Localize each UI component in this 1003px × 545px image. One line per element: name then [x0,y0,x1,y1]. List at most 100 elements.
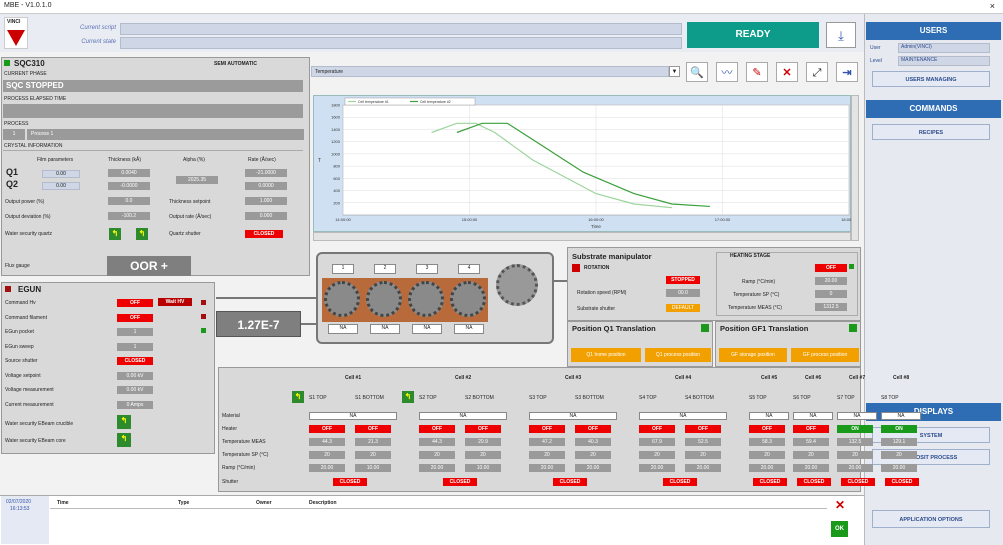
cell-tsp[interactable]: 20 [465,451,501,459]
egun-row-value[interactable]: 1 [117,328,153,336]
rotation-stopped[interactable]: STOPPED [666,276,700,284]
cell-heater[interactable]: OFF [685,425,721,433]
cell-ramp[interactable]: 20.00 [529,464,565,472]
cell-tsp[interactable]: 20 [575,451,611,459]
rotation-speed-value[interactable]: 00.0 [666,289,700,297]
cell-shutter[interactable]: CLOSED [885,478,919,486]
cell-heater[interactable]: OFF [793,425,829,433]
chart-hscrollbar[interactable] [313,232,851,241]
chart-vscrollbar[interactable] [851,95,859,241]
cell-ramp[interactable]: 10.00 [355,464,391,472]
tap-icon[interactable]: ↰ [109,228,121,240]
cell-ramp[interactable]: 20.00 [419,464,455,472]
cell-tsp[interactable]: 20 [355,451,391,459]
log-panel [0,495,864,545]
log-clear-icon[interactable]: ✕ [832,498,848,512]
temp-sp-value[interactable]: 0 [815,290,847,298]
recipes-button[interactable]: RECIPES [872,124,990,140]
cell-heater[interactable]: OFF [749,425,785,433]
cells-row-label: Heater [222,426,238,432]
quartz-shutter-status[interactable]: CLOSED [245,230,283,238]
zoom-icon[interactable]: 🔍 [686,62,708,82]
cell-material[interactable]: NA [529,412,617,420]
delete-icon[interactable]: ✕ [776,62,798,82]
cell-heater[interactable]: OFF [529,425,565,433]
q1-film-field[interactable]: 0.00 [42,170,80,178]
thickness-setpoint-value[interactable]: 1.000 [245,197,287,205]
cell-material[interactable]: NA [309,412,397,420]
chart-variable-select[interactable]: Temperature [311,66,669,77]
cell-shutter[interactable]: CLOSED [841,478,875,486]
cell-ramp[interactable]: 20.00 [749,464,785,472]
tap-icon[interactable]: ↰ [136,228,148,240]
cell-tsp[interactable]: 20 [529,451,565,459]
cell-heater[interactable]: OFF [355,425,391,433]
cell-heater[interactable]: OFF [575,425,611,433]
cell-shutter[interactable]: CLOSED [333,478,367,486]
cell-shutter[interactable]: CLOSED [663,478,697,486]
cell-heater[interactable]: ON [837,425,873,433]
heating-state[interactable]: OFF [815,264,847,272]
q1-process-button[interactable]: Q1 process position [645,348,711,362]
application-options-button[interactable]: APPLICATION OPTIONS [872,510,990,528]
cell-tmeas: 58.3 [749,438,785,446]
cell-tsp[interactable]: 20 [881,451,917,459]
cell-shutter[interactable]: CLOSED [753,478,787,486]
q2-film-field[interactable]: 0.00 [42,182,80,190]
fit-icon[interactable]: ⤢ [806,62,828,82]
paint-icon[interactable]: ✎ [746,62,768,82]
cell-ramp[interactable]: 20.00 [793,464,829,472]
cell-material[interactable]: NA [837,412,877,420]
cell-shutter[interactable]: CLOSED [443,478,477,486]
tap-icon[interactable]: ↰ [117,415,131,429]
cell-ramp[interactable]: 10.00 [465,464,501,472]
close-icon[interactable]: × [990,1,995,11]
cell-shutter[interactable]: CLOSED [797,478,831,486]
log-ok-button[interactable]: OK [831,521,848,537]
gf-storage-button[interactable]: GF storage position [719,348,787,362]
cell-material[interactable]: NA [749,412,789,420]
ramp-label: Ramp (°C/min) [742,279,776,285]
cells-row-label: Material [222,413,240,419]
download-icon[interactable]: ⤓ [826,22,856,48]
tap-icon[interactable]: ↰ [117,433,131,447]
users-managing-button[interactable]: USERS MANAGING [872,71,990,87]
cell-material[interactable]: NA [419,412,507,420]
cell-ramp[interactable]: 20.00 [881,464,917,472]
cell-material-na: NA [454,324,484,334]
chart-icon[interactable]: 〰 [716,62,738,82]
cell-tsp[interactable]: 20 [685,451,721,459]
cell-ramp[interactable]: 20.00 [685,464,721,472]
gf-process-button[interactable]: GF process position [791,348,859,362]
cell-heater[interactable]: ON [881,425,917,433]
cell-ramp[interactable]: 20.00 [837,464,873,472]
cell-material[interactable]: NA [639,412,727,420]
chevron-down-icon[interactable]: ▼ [669,66,680,77]
egun-row-value[interactable]: OFF [117,299,153,307]
q1-home-button[interactable]: Q1 home position [571,348,641,362]
cell-shutter[interactable]: CLOSED [553,478,587,486]
cell-heater[interactable]: OFF [419,425,455,433]
ramp-value[interactable]: 20.00 [815,277,847,285]
cell-heater[interactable]: OFF [309,425,345,433]
tap-icon[interactable]: ↰ [402,391,414,403]
cell-tsp[interactable]: 20 [309,451,345,459]
cell-ramp[interactable]: 20.00 [575,464,611,472]
egun-row-value[interactable]: 1 [117,342,153,351]
tap-icon[interactable]: ↰ [292,391,304,403]
cell-heater[interactable]: OFF [639,425,675,433]
cell-material[interactable]: NA [881,412,921,420]
egun-row-value[interactable]: OFF [117,313,153,322]
cell-tsp[interactable]: 20 [837,451,873,459]
egun-row-value[interactable]: CLOSED [117,357,153,365]
cell-material[interactable]: NA [793,412,833,420]
cell-ramp[interactable]: 20.00 [309,464,345,472]
cell-ramp[interactable]: 20.00 [639,464,675,472]
cell-tsp[interactable]: 20 [639,451,675,459]
cell-heater[interactable]: OFF [465,425,501,433]
substrate-shutter-value[interactable]: DEFAULT [666,304,700,312]
cell-tsp[interactable]: 20 [793,451,829,459]
cell-tsp[interactable]: 20 [419,451,455,459]
export-icon[interactable]: ⇥ [836,62,858,82]
cell-tsp[interactable]: 20 [749,451,785,459]
